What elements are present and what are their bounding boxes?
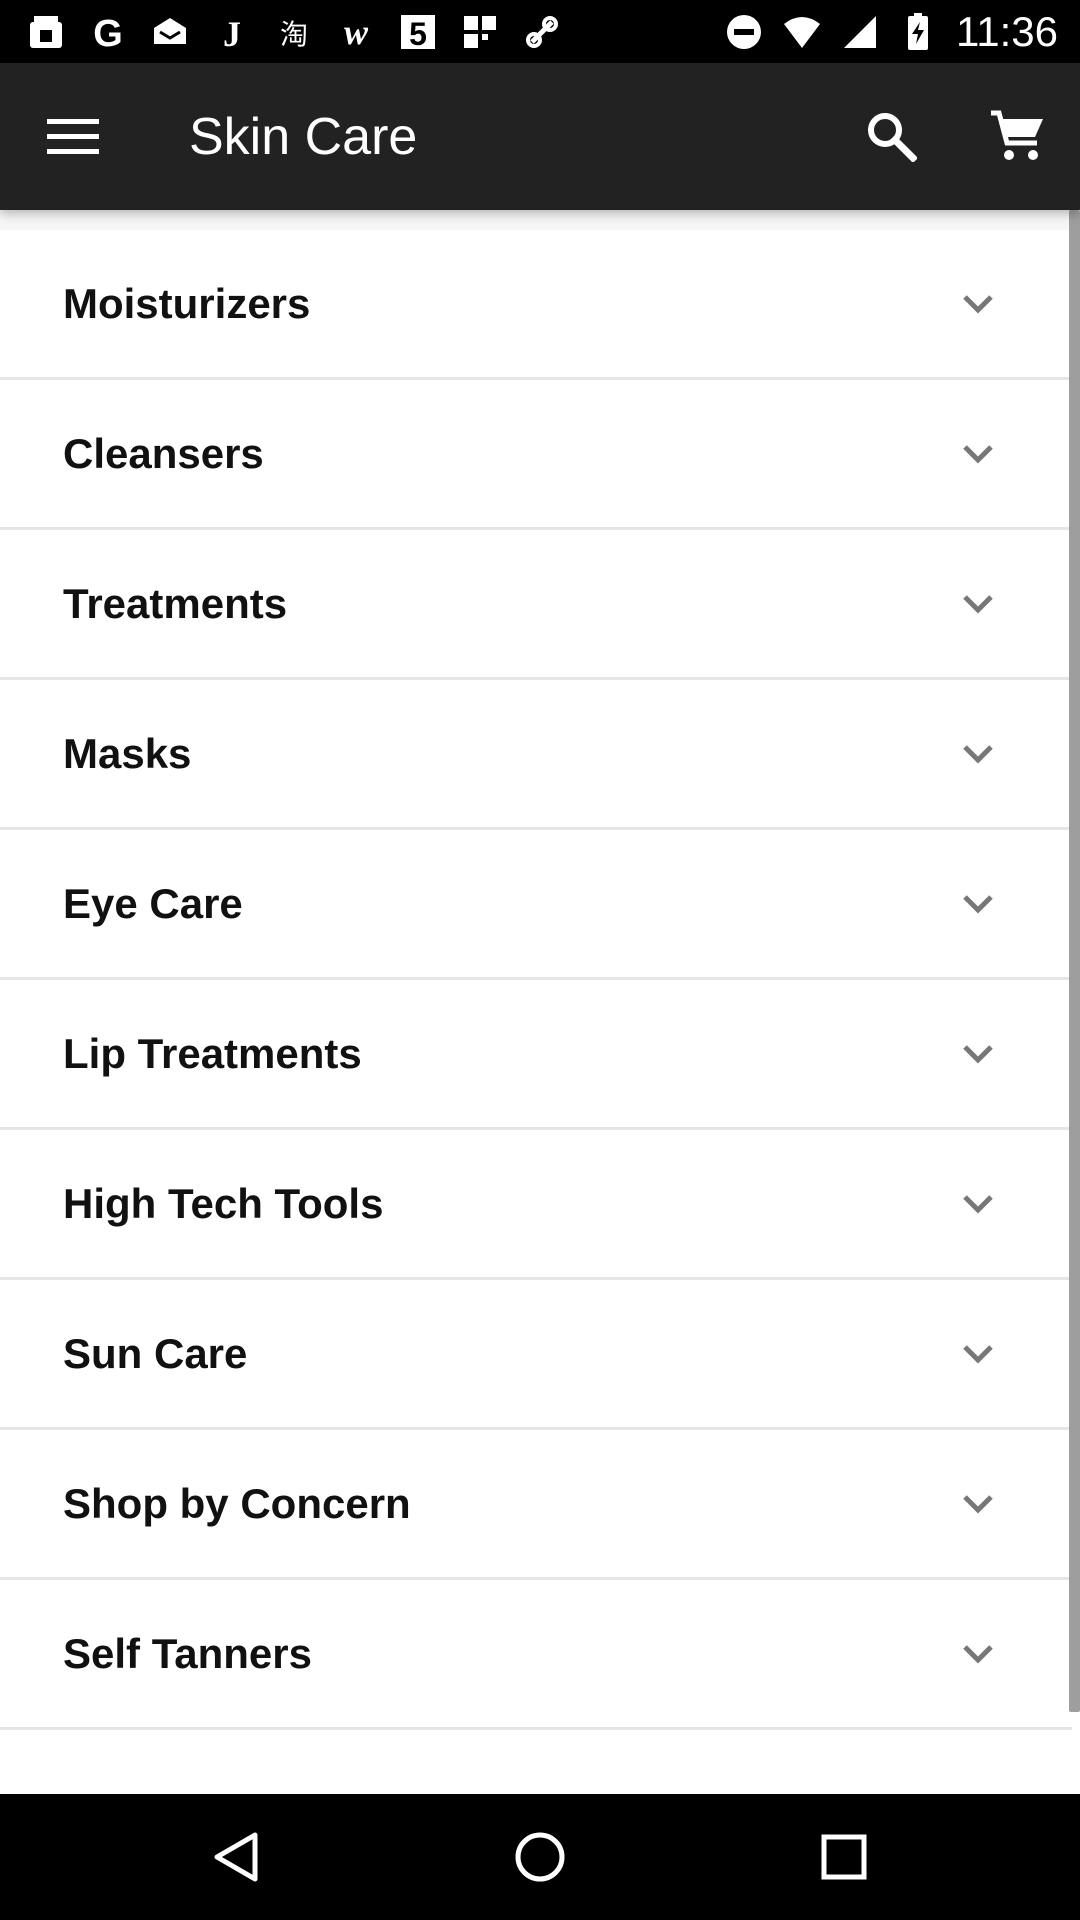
signal-icon xyxy=(840,12,880,52)
chevron-down-icon xyxy=(958,584,998,624)
svg-text:5: 5 xyxy=(409,16,427,52)
system-icons: 11:36 xyxy=(724,8,1058,56)
notification-icons: G J 淘 w 5 xyxy=(26,12,562,52)
chevron-down-icon xyxy=(958,284,998,324)
five-icon: 5 xyxy=(398,12,438,52)
category-list: Moisturizers Cleansers Treatments Masks … xyxy=(0,230,1072,1730)
chevron-down-icon xyxy=(958,1484,998,1524)
category-item-lip-treatments[interactable]: Lip Treatments xyxy=(0,980,1072,1130)
status-bar: G J 淘 w 5 11:36 xyxy=(0,0,1080,63)
menu-button[interactable] xyxy=(38,105,108,169)
w-icon: w xyxy=(336,12,376,52)
list-top-spacer xyxy=(0,210,1072,230)
chevron-down-icon xyxy=(958,1034,998,1074)
back-button[interactable] xyxy=(206,1827,266,1887)
hamburger-menu-icon xyxy=(47,119,99,154)
category-item-high-tech-tools[interactable]: High Tech Tools xyxy=(0,1130,1072,1280)
battery-charging-icon xyxy=(898,12,938,52)
google-icon: G xyxy=(88,12,128,52)
app-bar: Skin Care xyxy=(0,63,1080,210)
grid-icon xyxy=(460,12,500,52)
category-label: Self Tanners xyxy=(63,1629,312,1677)
home-icon xyxy=(515,1832,565,1882)
svg-text:淘: 淘 xyxy=(280,18,308,51)
chevron-down-icon xyxy=(958,734,998,774)
system-nav-bar xyxy=(0,1794,1080,1920)
category-item-self-tanners[interactable]: Self Tanners xyxy=(0,1580,1072,1730)
link-icon xyxy=(522,12,562,52)
mail-icon xyxy=(150,12,190,52)
category-item-sun-care[interactable]: Sun Care xyxy=(0,1280,1072,1430)
svg-text:w: w xyxy=(344,12,369,52)
search-button[interactable] xyxy=(858,103,924,169)
category-label: Moisturizers xyxy=(63,279,311,327)
shopping-cart-icon xyxy=(991,110,1043,160)
category-label: Shop by Concern xyxy=(63,1479,411,1527)
category-label: Lip Treatments xyxy=(63,1029,362,1077)
store-icon xyxy=(26,12,66,52)
j-icon: J xyxy=(212,12,252,52)
taobao-icon: 淘 xyxy=(274,12,314,52)
home-button[interactable] xyxy=(510,1827,570,1887)
category-item-masks[interactable]: Masks xyxy=(0,680,1072,830)
svg-text:G: G xyxy=(93,13,123,52)
category-item-shop-by-concern[interactable]: Shop by Concern xyxy=(0,1430,1072,1580)
category-label: High Tech Tools xyxy=(63,1179,384,1227)
chevron-down-icon xyxy=(958,1634,998,1674)
category-item-eye-care[interactable]: Eye Care xyxy=(0,830,1072,980)
status-time: 11:36 xyxy=(956,7,1058,55)
chevron-down-icon xyxy=(958,434,998,474)
chevron-down-icon xyxy=(958,1184,998,1224)
search-icon xyxy=(868,113,917,162)
svg-text:J: J xyxy=(223,14,241,52)
category-label: Cleansers xyxy=(63,429,264,477)
category-item-cleansers[interactable]: Cleansers xyxy=(0,380,1072,530)
recents-button[interactable] xyxy=(814,1827,874,1887)
back-icon xyxy=(214,1832,258,1882)
do-not-disturb-icon xyxy=(724,12,764,52)
wifi-icon xyxy=(782,12,822,52)
category-item-moisturizers[interactable]: Moisturizers xyxy=(0,230,1072,380)
category-label: Treatments xyxy=(63,579,288,627)
recents-icon xyxy=(821,1834,867,1880)
category-label: Sun Care xyxy=(63,1329,248,1377)
chevron-down-icon xyxy=(958,884,998,924)
category-label: Masks xyxy=(63,729,192,777)
chevron-down-icon xyxy=(958,1334,998,1374)
scrollbar[interactable] xyxy=(1069,210,1080,1712)
category-label: Eye Care xyxy=(63,879,243,927)
page-title: Skin Care xyxy=(189,108,418,166)
cart-button[interactable] xyxy=(982,103,1052,169)
category-item-treatments[interactable]: Treatments xyxy=(0,530,1072,680)
